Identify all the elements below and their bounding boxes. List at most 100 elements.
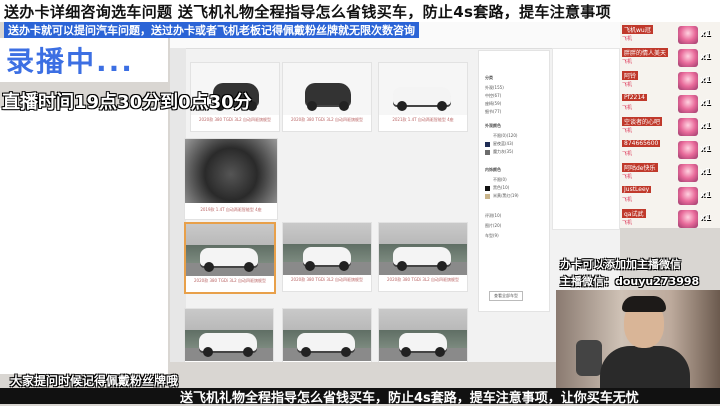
gift-type: 飞机 <box>622 105 633 111</box>
gallery-item-selected[interactable]: 2020款 380 TGDi 3L2 自动四驱旗舰型 <box>184 222 276 294</box>
top-banner-subtitle: 送办卡就可以提问汽车问题，送过办卡或者飞机老板记得佩戴粉丝牌就无限次数咨询 <box>4 22 419 38</box>
gallery-caption: 2020款 380 TGDi 3L2 自动四驱旗舰型 <box>387 277 459 282</box>
filter-option[interactable]: 图片(20) <box>485 223 501 229</box>
gift-sender: Pf2214 <box>622 94 647 101</box>
gift-entry: qa试武飞机 x1 <box>620 208 720 230</box>
filter-option[interactable]: 魔力灰(35) <box>493 149 513 155</box>
filter-section-exterior: 外观颜色 <box>485 123 501 128</box>
gift-count: x1 <box>700 52 711 61</box>
gift-entry: 胖胖的情人美天 飞机 x1 <box>620 47 720 69</box>
gift-type: 飞机 <box>622 36 633 42</box>
filter-option[interactable]: 米黄/黑红(19) <box>493 193 519 199</box>
streamer-webcam <box>556 290 720 388</box>
gift-sender: 胖胖的情人美天 <box>622 48 669 57</box>
gallery-item[interactable] <box>282 308 372 362</box>
filter-option[interactable]: 外观(155) <box>485 85 504 91</box>
bottom-ticker: 送飞机礼物全程指导怎么省钱买车，防止4s套路，提车注意事项，让你买车无忧 <box>180 391 639 406</box>
gift-type: 飞机 <box>622 128 633 134</box>
filter-option[interactable]: 不限(0) <box>493 177 507 183</box>
gift-icon <box>678 164 698 182</box>
right-sidebar <box>552 48 620 230</box>
gift-count: x1 <box>700 213 711 222</box>
gift-sender: 阿咕de快乐 <box>622 163 658 172</box>
gift-type: 飞机 <box>622 197 633 203</box>
gift-icon <box>678 72 698 90</box>
color-swatch[interactable] <box>485 194 490 199</box>
color-swatch[interactable] <box>485 142 490 147</box>
gallery-item[interactable] <box>378 308 468 362</box>
gift-count: x1 <box>700 75 711 84</box>
gallery-caption: 2019款 1.4T 自动两驱智能型 4座 <box>200 207 262 212</box>
gift-icon <box>678 141 698 159</box>
gallery-caption: 2020款 380 TGDi 3L2 自动四驱旗舰型 <box>291 277 363 282</box>
gift-icon <box>678 210 698 228</box>
gallery-item-interior[interactable]: 2019款 1.4T 自动两驱智能型 4座 <box>184 138 278 220</box>
car-photo <box>186 224 274 276</box>
filter-panel: 分类 外观(155) 中控(67) 座椅(59) 细节(77) 外观颜色 不限(… <box>478 50 550 312</box>
car-photo <box>185 309 273 361</box>
car-photo <box>379 309 467 361</box>
gift-count: x1 <box>700 144 711 153</box>
gift-entry: Pf2214 飞机 x1 <box>620 93 720 115</box>
car-photo <box>379 223 467 275</box>
gallery-item[interactable]: 2021款 1.4T 自动两驱智能型 4座 <box>378 62 468 132</box>
gift-sender: 空谈者的心吧 <box>622 117 663 126</box>
gift-icon <box>678 49 698 67</box>
gift-count: x1 <box>700 190 711 199</box>
gallery-item[interactable]: 2020款 380 TGDi 3L2 自动四驱旗舰型 <box>378 222 468 292</box>
gift-type: 飞机 <box>622 151 633 157</box>
gift-sender: qa试武 <box>622 209 646 218</box>
gift-count: x1 <box>700 98 711 107</box>
gift-entry: 飞机wu冠 飞机 x1 <box>620 24 720 46</box>
gift-icon <box>678 118 698 136</box>
gift-count: x1 <box>700 29 711 38</box>
gift-type: 飞机 <box>622 59 633 65</box>
gift-entry: JustLeey 飞机 x1 <box>620 185 720 207</box>
gift-entry: 阿铃飞机 x1 <box>620 70 720 92</box>
gift-type: 飞机 <box>622 174 633 180</box>
gallery-caption: 2020款 380 TGDi 3L2 自动四驱旗舰型 <box>291 117 363 122</box>
wechat-id: 主播微信：douyu273998 <box>560 275 700 288</box>
filter-title: 分类 <box>485 75 493 80</box>
gift-entry: 874665600 飞机 x1 <box>620 139 720 161</box>
filter-option[interactable]: 细节(77) <box>485 109 501 115</box>
gallery-caption: 2020款 380 TGDi 3L2 自动四驱旗舰型 <box>199 117 271 122</box>
gallery-item[interactable]: 2020款 380 TGDi 3L2 自动四驱旗舰型 <box>282 222 372 292</box>
filter-section-interior: 内饰颜色 <box>485 167 501 172</box>
filter-option[interactable]: 不限(0)(120) <box>493 133 517 139</box>
filter-option[interactable]: 星夜蓝(43) <box>493 141 513 147</box>
gift-list: 飞机wu冠 飞机 x1 胖胖的情人美天 飞机 x1 阿铃 飞机 x1 Pf2214 飞机 x1 … <box>620 22 720 228</box>
color-swatch[interactable] <box>485 186 490 191</box>
gallery-caption: 2021款 1.4T 自动两驱智能型 4座 <box>392 117 454 122</box>
gift-type: 飞机 <box>622 82 633 88</box>
gift-entry: 阿咕de快乐 飞机 x1 <box>620 162 720 184</box>
gift-sender: 阿铃 <box>622 71 639 80</box>
filter-option[interactable]: 车型(9) <box>485 233 499 239</box>
left-white-panel <box>0 108 168 374</box>
gallery-item[interactable]: 2020款 380 TGDi 3L2 自动四驱旗舰型 <box>282 62 372 132</box>
gallery-item[interactable] <box>184 308 274 362</box>
car-photo <box>283 223 371 275</box>
interior-photo <box>185 139 277 203</box>
color-swatch[interactable] <box>485 150 490 155</box>
view-all-models-button[interactable]: 查看全部车型 <box>489 291 523 301</box>
gift-type: 飞机 <box>622 220 633 226</box>
browser-page: 2020款 380 TGDi 3L2 自动四驱旗舰型 2020款 380 TGD… <box>170 22 620 362</box>
filter-option[interactable]: 中控(67) <box>485 93 501 99</box>
gift-count: x1 <box>700 167 711 176</box>
gift-sender: 874665600 <box>622 140 661 147</box>
filter-option[interactable]: 评测(10) <box>485 213 501 219</box>
gift-icon <box>678 187 698 205</box>
wechat-note: 办卡可以添加加主播微信 <box>560 258 681 271</box>
car-photo <box>283 309 371 361</box>
filter-option[interactable]: 黑色(10) <box>493 185 509 191</box>
filter-option[interactable]: 座椅(59) <box>485 101 501 107</box>
gift-entry: 空谈者的心吧 飞机 x1 <box>620 116 720 138</box>
recording-label: 录播中... <box>6 45 134 78</box>
streamer-body <box>600 346 690 388</box>
car-photo <box>379 63 467 115</box>
gift-count: x1 <box>700 121 711 130</box>
fan-badge-reminder: 大家提问时候记得佩戴粉丝牌哦 <box>10 374 179 388</box>
gallery-caption: 2020款 380 TGDi 3L2 自动四驱旗舰型 <box>194 278 266 283</box>
top-banner-title: 送办卡详细咨询选车问题 送飞机礼物全程指导怎么省钱买车，防止4s套路，提车注意事… <box>4 3 611 21</box>
